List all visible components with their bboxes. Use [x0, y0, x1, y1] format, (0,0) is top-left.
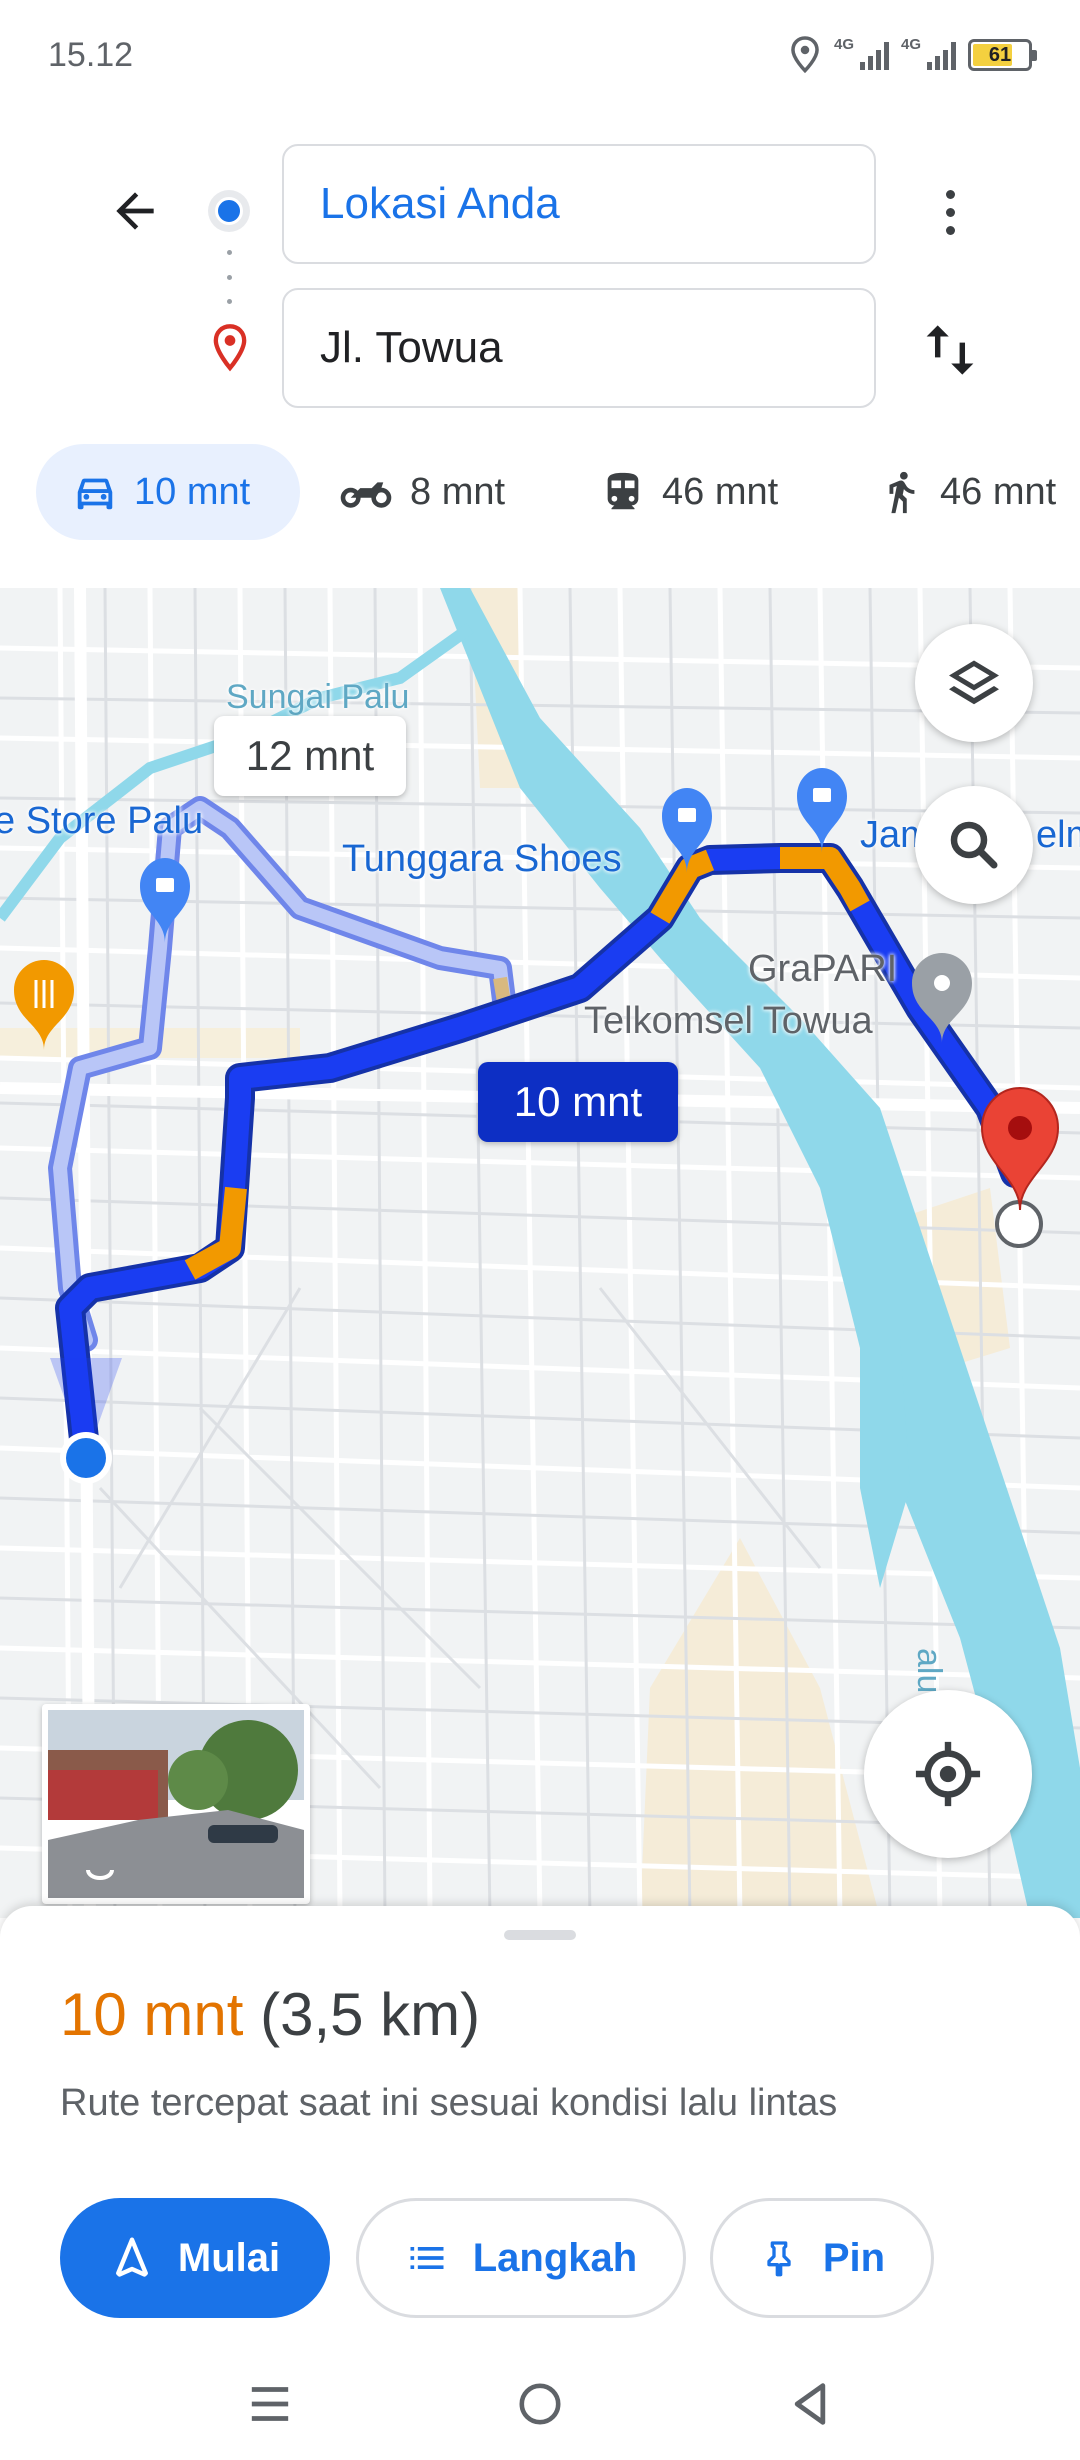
- shopping-pin-icon: [140, 858, 190, 943]
- mode-transit-label: 46 mnt: [662, 470, 779, 513]
- main-route-time[interactable]: 10 mnt: [478, 1062, 678, 1142]
- back-triangle-icon: [794, 2383, 826, 2425]
- layers-icon: [949, 660, 999, 705]
- system-nav-bar: [0, 2340, 1080, 2460]
- start-button-label: Mulai: [177, 2235, 281, 2280]
- car-icon: [77, 478, 113, 510]
- swap-vert-icon: [926, 325, 974, 375]
- navigation-icon: [115, 2237, 148, 2277]
- pin-button-label: Pin: [822, 2235, 886, 2280]
- origin-dot-icon: [208, 190, 250, 232]
- map[interactable]: Sungai Palu e Store Palu Tunggara Shoes …: [0, 588, 1080, 1918]
- signal-icon: 4G: [901, 36, 956, 70]
- map-label-river: Sungai Palu: [226, 678, 410, 716]
- train-icon: [607, 472, 639, 510]
- status-bar: 15.12 4G 4G 61: [0, 0, 1080, 110]
- destination-pin-icon: [213, 324, 247, 372]
- route-dots: [227, 250, 232, 304]
- street-view-thumbnail[interactable]: [42, 1704, 310, 1904]
- mode-walk[interactable]: 46 mnt: [878, 444, 1056, 540]
- directions-header: Lokasi Anda Jl. Towua 10 mnt 8 mnt 46 mn…: [0, 110, 1080, 590]
- menu-icon: [251, 2387, 289, 2421]
- motorcycle-icon: [340, 482, 392, 508]
- status-icons: 4G 4G 61: [788, 30, 1037, 80]
- more-vert-icon: [945, 189, 955, 199]
- mode-walk-label: 46 mnt: [940, 470, 1057, 513]
- shopping-pin-icon: [797, 768, 847, 853]
- map-search-button[interactable]: [915, 786, 1033, 904]
- signal-icon: 4G: [834, 36, 889, 70]
- back-button[interactable]: [100, 176, 170, 246]
- steps-button-label: Langkah: [472, 2235, 638, 2280]
- arrow-left-icon: [116, 192, 154, 230]
- home-circle-icon: [519, 2383, 561, 2425]
- mode-car-label: 10 mnt: [134, 470, 251, 513]
- pin-icon: [767, 2241, 791, 2277]
- location-icon: [791, 36, 819, 74]
- alternate-route-time[interactable]: 12 mnt: [214, 716, 406, 796]
- destination-field[interactable]: Jl. Towua: [282, 288, 876, 408]
- home-button[interactable]: [500, 2364, 580, 2444]
- pin-button[interactable]: Pin: [710, 2198, 934, 2318]
- mode-motorcycle[interactable]: 8 mnt: [338, 444, 505, 540]
- travel-modes: 10 mnt 8 mnt 46 mnt 46 mnt: [0, 444, 1080, 544]
- mode-car[interactable]: 10 mnt: [36, 444, 300, 540]
- back-nav-button[interactable]: [770, 2364, 850, 2444]
- swap-button[interactable]: [910, 310, 990, 390]
- destination-marker-icon: [980, 1086, 1060, 1211]
- route-eta: 10 mnt: [60, 1981, 244, 2048]
- map-label-grapari-sub: Telkomsel Towua: [584, 1000, 873, 1042]
- map-label-grapari: GraPARI: [748, 948, 898, 990]
- battery-level: 61: [988, 43, 1012, 66]
- route-distance: (3,5 km): [260, 1981, 481, 2048]
- mode-transit[interactable]: 46 mnt: [600, 444, 778, 540]
- origin-field[interactable]: Lokasi Anda: [282, 144, 876, 264]
- walk-icon: [889, 471, 915, 514]
- map-label-elm: elm: [1036, 814, 1080, 856]
- search-icon: [950, 821, 998, 869]
- status-time: 15.12: [48, 36, 134, 74]
- layers-button[interactable]: [915, 624, 1033, 742]
- street-view-photo: [48, 1710, 304, 1898]
- recent-apps-button[interactable]: [230, 2364, 310, 2444]
- start-button[interactable]: Mulai: [60, 2198, 330, 2318]
- mode-motorcycle-label: 8 mnt: [410, 470, 506, 513]
- more-options-button[interactable]: [920, 174, 980, 250]
- battery-icon: 61: [968, 39, 1037, 71]
- sheet-handle[interactable]: [504, 1930, 576, 1940]
- map-label-river-vertical: alu: [910, 1648, 948, 1694]
- my-location-button[interactable]: [864, 1690, 1032, 1858]
- route-summary: 10 mnt (3,5 km): [60, 1980, 480, 2049]
- map-label-store: e Store Palu: [0, 800, 204, 842]
- route-description: Rute tercepat saat ini sesuai kondisi la…: [60, 2082, 838, 2124]
- list-icon: [410, 2247, 444, 2269]
- my-location-icon: [915, 1741, 981, 1807]
- map-label-shoes: Tunggara Shoes: [342, 838, 622, 880]
- steps-button[interactable]: Langkah: [356, 2198, 686, 2318]
